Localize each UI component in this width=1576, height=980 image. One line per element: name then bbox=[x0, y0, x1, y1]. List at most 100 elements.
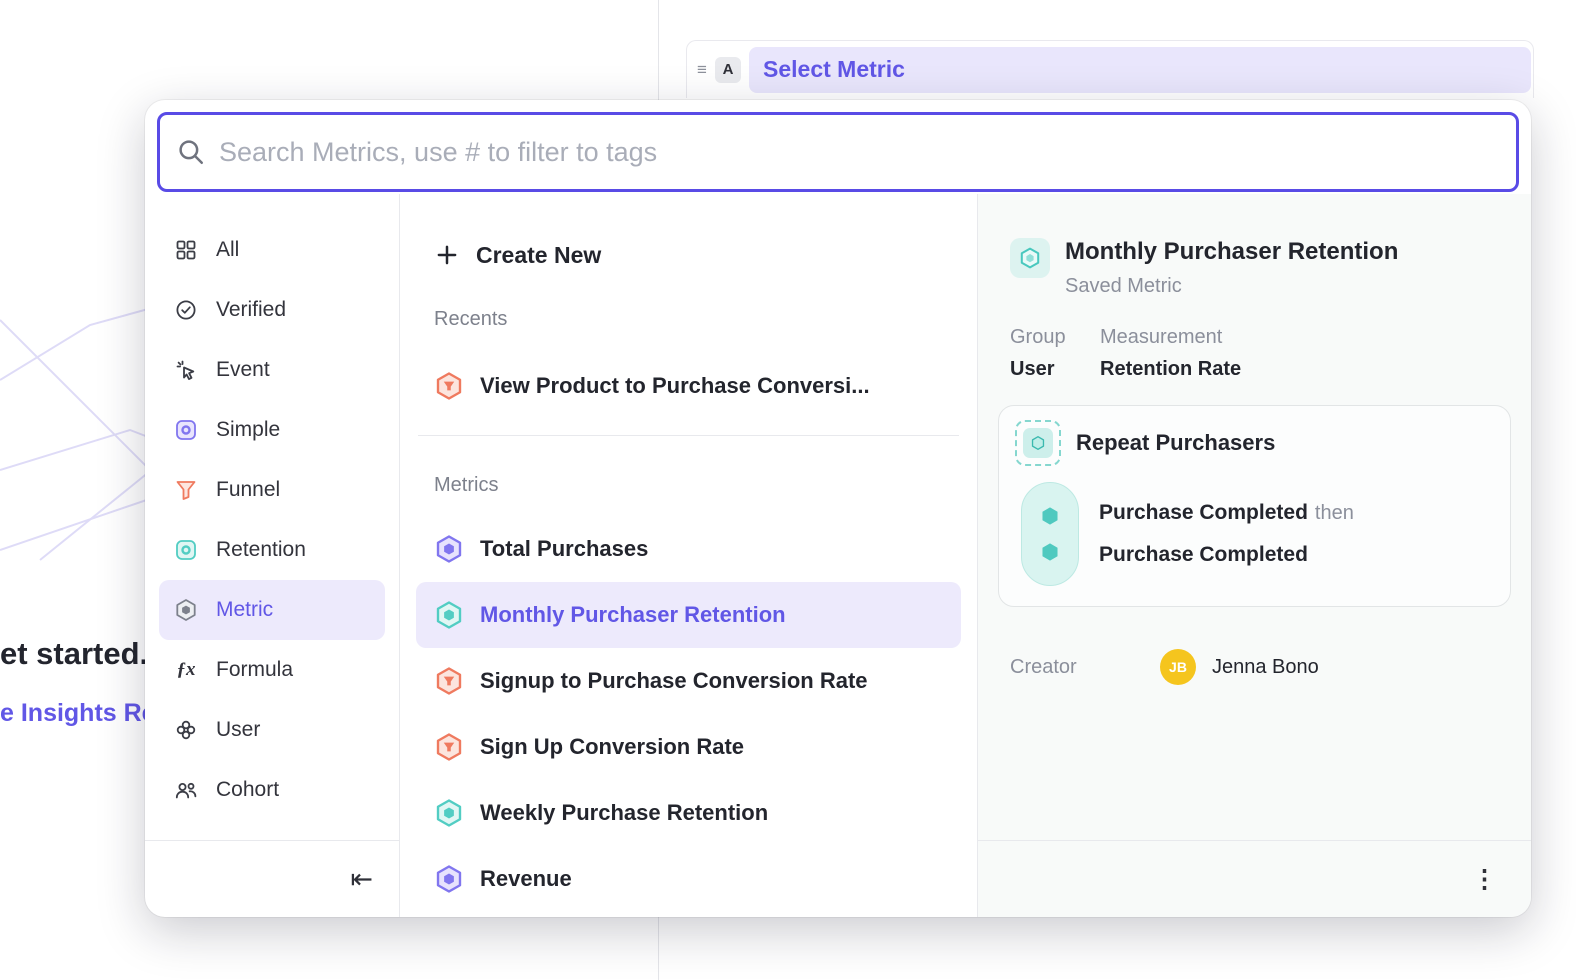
funnel-icon bbox=[173, 477, 199, 503]
retention-definition-icon bbox=[1015, 420, 1061, 466]
funnel-metric-icon bbox=[434, 666, 464, 696]
search-icon bbox=[176, 137, 206, 167]
category-sidebar: All Verified bbox=[145, 194, 400, 917]
sidebar-item-metric[interactable]: Metric bbox=[159, 580, 385, 640]
metric-row-header: ≡ A Select Metric bbox=[686, 40, 1534, 98]
metric-item-label: Signup to Purchase Conversion Rate bbox=[480, 668, 868, 694]
step-one: Purchase Completed then bbox=[1099, 501, 1354, 525]
create-new-label: Create New bbox=[476, 242, 601, 269]
metric-item-label: View Product to Purchase Conversi... bbox=[480, 373, 870, 399]
retention-metric-icon bbox=[434, 798, 464, 828]
step-one-event: Purchase Completed bbox=[1099, 501, 1308, 524]
metric-detail-panel: Monthly Purchaser Retention Saved Metric… bbox=[978, 194, 1531, 917]
metric-item-revenue[interactable]: Revenue bbox=[416, 846, 961, 912]
metric-item-total-purchases[interactable]: Total Purchases bbox=[416, 516, 961, 582]
sidebar-item-label: Metric bbox=[216, 598, 273, 622]
sidebar-item-user[interactable]: User bbox=[159, 700, 385, 760]
metric-hexagon-icon bbox=[173, 597, 199, 623]
funnel-metric-icon bbox=[434, 371, 464, 401]
sidebar-item-event[interactable]: Event bbox=[159, 340, 385, 400]
row-letter-badge: A bbox=[715, 57, 741, 83]
sidebar-item-label: Verified bbox=[216, 298, 286, 322]
metrics-list: Total Purchases Monthly Purchaser Retent… bbox=[416, 516, 961, 912]
metric-item-monthly-purchaser-retention[interactable]: Monthly Purchaser Retention bbox=[416, 582, 961, 648]
sidebar-item-label: User bbox=[216, 718, 260, 742]
category-list: All Verified bbox=[145, 194, 399, 840]
retention-steps-pill bbox=[1021, 482, 1079, 586]
detail-title: Monthly Purchaser Retention bbox=[1065, 238, 1398, 266]
definition-card-header: Repeat Purchasers bbox=[1015, 420, 1494, 466]
group-value: User bbox=[1010, 358, 1076, 381]
metric-item-weekly-purchase-retention[interactable]: Weekly Purchase Retention bbox=[416, 780, 961, 846]
sidebar-item-retention[interactable]: Retention bbox=[159, 520, 385, 580]
verified-badge-icon bbox=[173, 297, 199, 323]
sidebar-item-label: Retention bbox=[216, 538, 306, 562]
collapse-sidebar-icon[interactable]: ⇤ bbox=[350, 866, 373, 893]
sidebar-item-label: Formula bbox=[216, 658, 293, 682]
recent-metric-item[interactable]: View Product to Purchase Conversi... bbox=[416, 354, 961, 418]
step-hexagon-icon bbox=[1039, 541, 1061, 563]
recents-heading: Recents bbox=[416, 306, 961, 332]
metric-item-signup-to-purchase-conversion[interactable]: Signup to Purchase Conversion Rate bbox=[416, 648, 961, 714]
search-bar[interactable] bbox=[157, 112, 1519, 192]
saved-metric-icon bbox=[1010, 238, 1050, 278]
grid-icon bbox=[173, 237, 199, 263]
funnel-metric-icon bbox=[434, 732, 464, 762]
detail-header: Monthly Purchaser Retention Saved Metric bbox=[1010, 238, 1511, 298]
formula-icon: ƒx bbox=[173, 657, 199, 683]
sidebar-item-formula[interactable]: ƒx Formula bbox=[159, 640, 385, 700]
metric-list-column: Create New Recents View Product to Purch… bbox=[400, 194, 978, 917]
page: et started. e Insights Re ≡ A Select Met… bbox=[0, 0, 1576, 980]
sidebar-item-label: Funnel bbox=[216, 478, 280, 502]
picker-content: All Verified bbox=[145, 194, 1531, 917]
sidebar-item-verified[interactable]: Verified bbox=[159, 280, 385, 340]
event-cursor-icon bbox=[173, 357, 199, 383]
metric-item-label: Total Purchases bbox=[480, 536, 648, 562]
background-insights-link[interactable]: e Insights Re bbox=[0, 699, 156, 728]
sidebar-item-label: Simple bbox=[216, 418, 280, 442]
metric-item-label: Monthly Purchaser Retention bbox=[480, 602, 786, 628]
definition-steps: Purchase Completed then Purchase Complete… bbox=[1021, 482, 1494, 586]
sidebar-item-funnel[interactable]: Funnel bbox=[159, 460, 385, 520]
sidebar-item-label: Cohort bbox=[216, 778, 279, 802]
drag-handle-icon[interactable]: ≡ bbox=[693, 60, 711, 80]
create-new-button[interactable]: Create New bbox=[416, 230, 961, 280]
step-connector: then bbox=[1315, 502, 1354, 524]
sidebar-item-label: All bbox=[216, 238, 239, 262]
creator-name: Jenna Bono bbox=[1212, 656, 1319, 679]
group-label: Group bbox=[1010, 326, 1076, 349]
metric-item-label: Sign Up Conversion Rate bbox=[480, 734, 744, 760]
step-two-event: Purchase Completed bbox=[1099, 543, 1308, 566]
metric-definition-card: Repeat Purchasers bbox=[998, 405, 1511, 607]
search-input[interactable] bbox=[219, 137, 1500, 168]
list-divider bbox=[418, 435, 959, 436]
creator-label: Creator bbox=[1010, 656, 1160, 679]
sidebar-footer: ⇤ bbox=[145, 840, 399, 917]
metric-icon bbox=[434, 864, 464, 894]
simple-metric-icon bbox=[173, 417, 199, 443]
metric-item-label: Weekly Purchase Retention bbox=[480, 800, 768, 826]
metric-item-sign-up-conversion-rate[interactable]: Sign Up Conversion Rate bbox=[416, 714, 961, 780]
creator-row: Creator JB Jenna Bono bbox=[1010, 649, 1511, 685]
metric-picker-modal: All Verified bbox=[145, 100, 1531, 917]
step-hexagon-icon bbox=[1039, 505, 1061, 527]
sidebar-item-simple[interactable]: Simple bbox=[159, 400, 385, 460]
metric-icon bbox=[434, 534, 464, 564]
detail-meta: Group User Measurement Retention Rate bbox=[1010, 326, 1511, 381]
background-headline: et started. bbox=[0, 636, 148, 672]
plus-icon bbox=[434, 242, 460, 268]
metric-detail-body: Monthly Purchaser Retention Saved Metric… bbox=[978, 194, 1531, 840]
metrics-heading: Metrics bbox=[416, 472, 961, 498]
more-options-icon[interactable]: ⋮ bbox=[1472, 867, 1497, 892]
select-metric-button[interactable]: Select Metric bbox=[749, 47, 1531, 93]
definition-title: Repeat Purchasers bbox=[1076, 430, 1275, 456]
sidebar-item-cohort[interactable]: Cohort bbox=[159, 760, 385, 820]
retention-metric-icon bbox=[434, 600, 464, 630]
select-metric-label: Select Metric bbox=[763, 56, 905, 83]
cohort-people-icon bbox=[173, 777, 199, 803]
detail-subtitle: Saved Metric bbox=[1065, 275, 1398, 298]
creator-avatar: JB bbox=[1160, 649, 1196, 685]
measurement-label: Measurement bbox=[1100, 326, 1241, 349]
step-two: Purchase Completed bbox=[1099, 543, 1354, 567]
sidebar-item-all[interactable]: All bbox=[159, 220, 385, 280]
